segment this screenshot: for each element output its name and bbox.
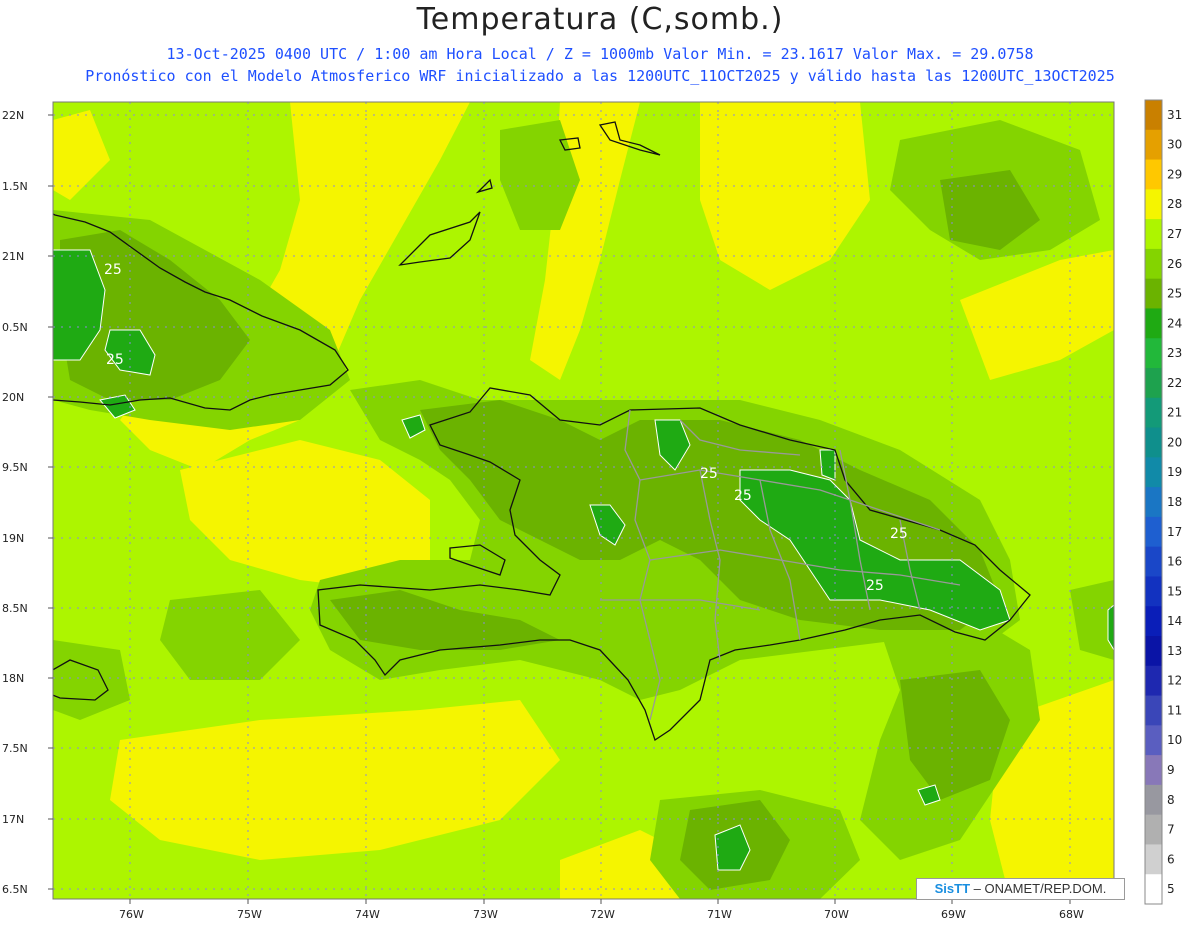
colorbar-swatch (1145, 278, 1162, 309)
colorbar-label: 28 (1167, 197, 1182, 211)
colorbar-swatch (1145, 338, 1162, 369)
credit-box: SisTT – ONAMET/REP.DOM. (916, 878, 1125, 900)
lat-label: 8.5N (2, 602, 28, 615)
lon-label: 76W (119, 908, 144, 921)
colorbar-swatch (1145, 159, 1162, 190)
lon-label: 69W (941, 908, 966, 921)
lon-label: 72W (590, 908, 615, 921)
colorbar-label: 27 (1167, 227, 1182, 241)
colorbar-swatch (1145, 576, 1162, 607)
colorbar-label: 6 (1167, 852, 1175, 866)
lat-label: 18N (2, 672, 24, 685)
colorbar-label: 11 (1167, 703, 1182, 717)
colorbar-legend: 31 30 29 28 27 26 25 24 23 22 21 20 19 18 17 16 15 14 13 12… (1144, 99, 1182, 905)
colorbar-swatch (1145, 457, 1162, 488)
lat-label: 22N (2, 109, 24, 122)
colorbar-label: 21 (1167, 406, 1182, 420)
lat-label: 6.5N (2, 883, 28, 896)
temperature-map: 25 25 25 25 25 25 22N 1.5N 21N 0.5N 20N … (2, 99, 1182, 921)
contour-label: 25 (106, 352, 124, 368)
colorbar-swatch (1145, 129, 1162, 161)
colorbar-label: 17 (1167, 525, 1182, 539)
colorbar-swatch (1145, 368, 1162, 399)
colorbar-swatch (1145, 248, 1162, 280)
colorbar-swatch (1145, 427, 1162, 458)
lat-label: 21N (2, 250, 24, 263)
lat-label: 7.5N (2, 742, 28, 755)
colorbar-label: 14 (1167, 614, 1182, 628)
colorbar-swatch (1145, 814, 1162, 845)
lat-label: 17N (2, 813, 24, 826)
colorbar-label: 15 (1167, 584, 1182, 598)
lon-label: 74W (355, 908, 380, 921)
colorbar-label: 20 (1167, 435, 1182, 449)
colorbar-swatch (1145, 516, 1162, 548)
colorbar-label: 26 (1167, 257, 1182, 271)
lat-label: 9.5N (2, 461, 28, 474)
colorbar-label: 12 (1167, 674, 1182, 688)
latitude-labels: 22N 1.5N 21N 0.5N 20N 9.5N 19N 8.5N 18N … (2, 109, 28, 896)
lat-label: 20N (2, 391, 24, 404)
colorbar-label: 22 (1167, 376, 1182, 390)
colorbar-swatch (1145, 308, 1162, 339)
longitude-labels: 76W 75W 74W 73W 72W 71W 70W 69W 68W (119, 908, 1084, 921)
lat-label: 0.5N (2, 321, 28, 334)
lat-label: 19N (2, 532, 24, 545)
sispi-logo: SisTT (934, 881, 971, 896)
colorbar-swatch (1145, 189, 1162, 220)
contour-label: 25 (104, 262, 122, 278)
colorbar-swatch (1145, 695, 1162, 726)
colorbar-label: 23 (1167, 346, 1182, 360)
lon-label: 68W (1059, 908, 1084, 921)
contour-label: 25 (890, 526, 908, 542)
colorbar-label: 19 (1167, 465, 1182, 479)
colorbar-swatch (1145, 784, 1162, 816)
colorbar-label: 9 (1167, 763, 1175, 777)
colorbar-swatch (1145, 725, 1162, 756)
colorbar-label: 10 (1167, 733, 1182, 747)
colorbar-label: 13 (1167, 644, 1182, 658)
colorbar-swatch (1145, 397, 1162, 429)
contour-label: 25 (700, 466, 718, 482)
colorbar-label: 7 (1167, 823, 1175, 837)
colorbar-label: 8 (1167, 793, 1175, 807)
lat-label: 1.5N (2, 180, 28, 193)
colorbar-label: 25 (1167, 287, 1182, 301)
lon-label: 75W (237, 908, 262, 921)
colorbar-label: 31 (1167, 108, 1182, 122)
colorbar-swatch (1145, 219, 1162, 250)
colorbar-swatch (1145, 636, 1162, 667)
colorbar-label: 30 (1167, 138, 1182, 152)
colorbar-swatch (1145, 844, 1162, 875)
colorbar-label: 29 (1167, 167, 1182, 181)
colorbar-swatch (1145, 606, 1162, 637)
colorbar-swatch (1145, 665, 1162, 697)
colorbar-label: 16 (1167, 555, 1182, 569)
lon-label: 70W (824, 908, 849, 921)
colorbar-swatch (1145, 874, 1162, 905)
lon-label: 71W (707, 908, 732, 921)
colorbar-swatch (1145, 487, 1162, 518)
colorbar-label: 24 (1167, 316, 1182, 330)
colorbar-label: 5 (1167, 882, 1175, 896)
contour-label: 25 (734, 488, 752, 504)
contour-label: 25 (866, 578, 884, 594)
colorbar-swatch (1145, 546, 1162, 577)
colorbar-label: 18 (1167, 495, 1182, 509)
lon-label: 73W (473, 908, 498, 921)
colorbar-swatch (1145, 755, 1162, 786)
credit-text: – ONAMET/REP.DOM. (970, 881, 1107, 896)
colorbar-swatch (1145, 100, 1162, 131)
